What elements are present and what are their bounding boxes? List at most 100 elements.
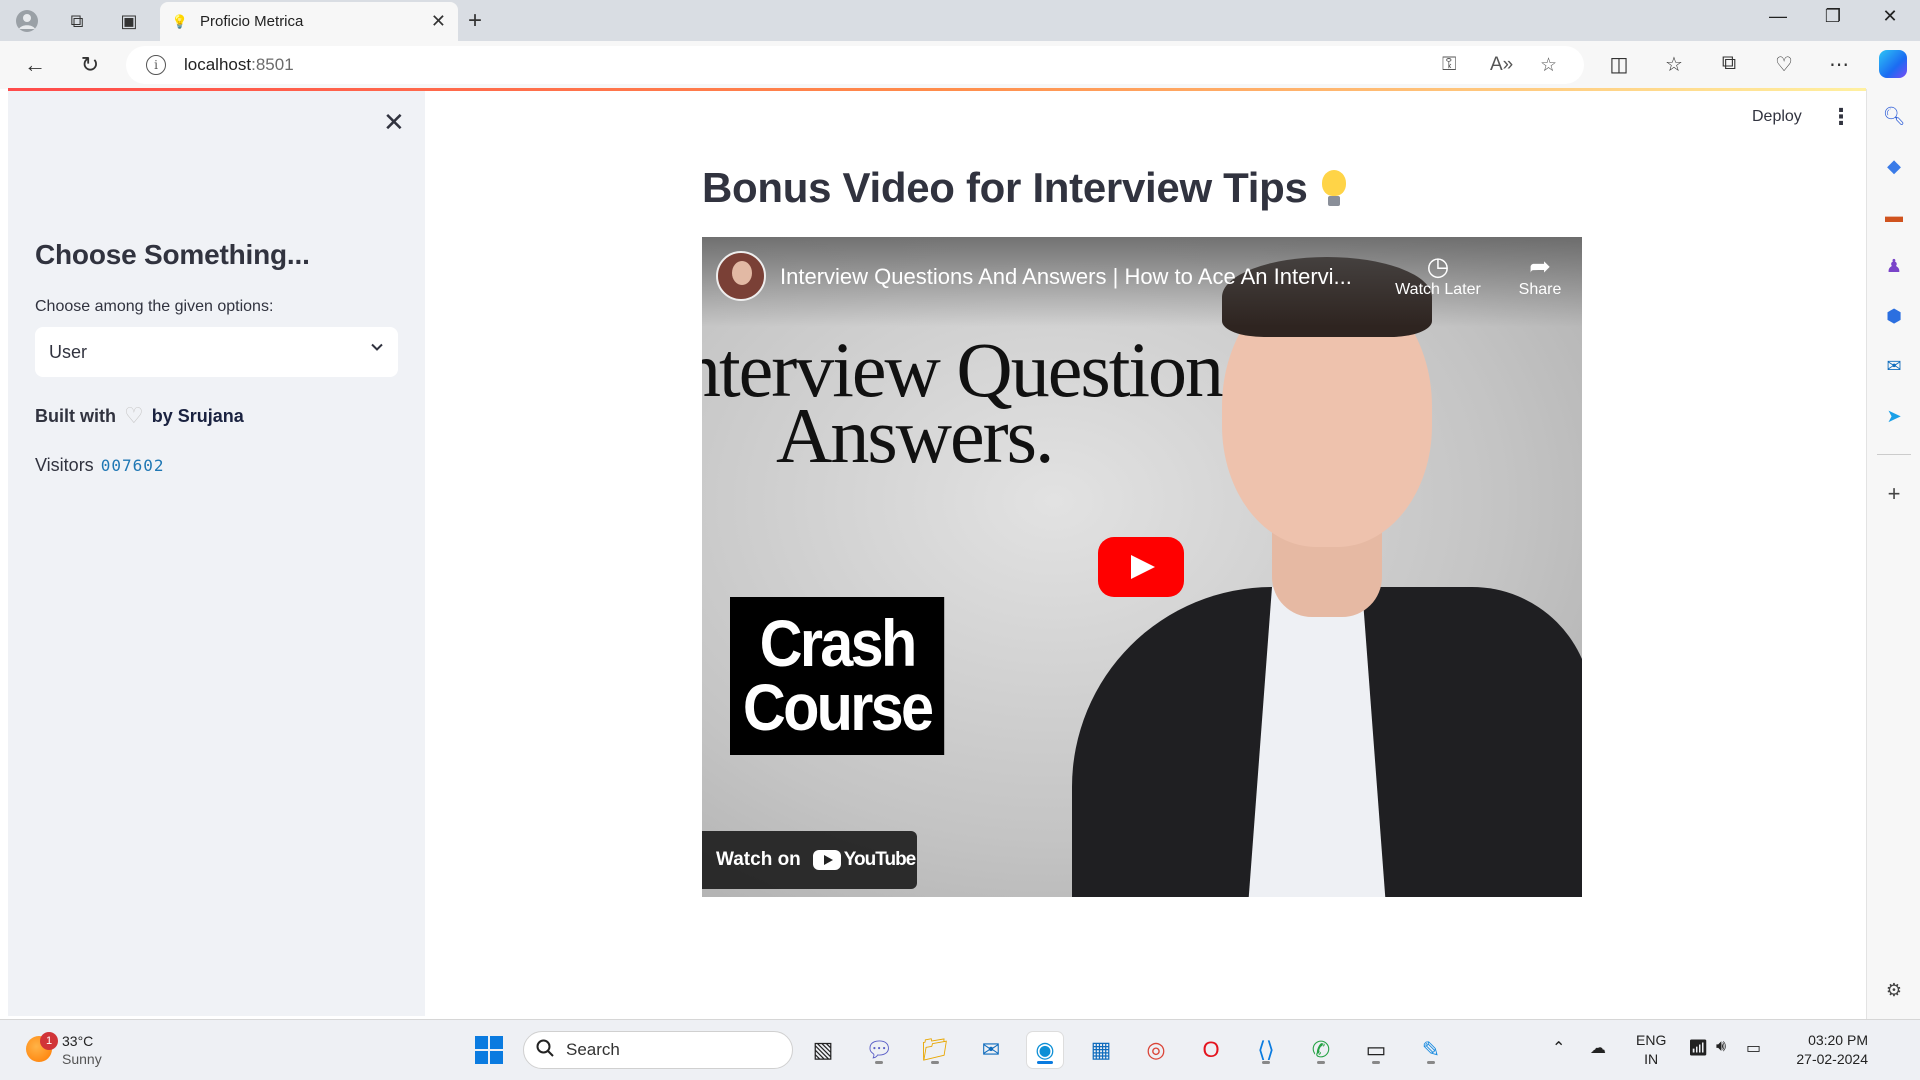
- favicon-bulb-icon: 💡: [171, 13, 189, 29]
- shopping-icon[interactable]: ◆: [1881, 153, 1907, 179]
- watch-later-button[interactable]: ◷ Watch Later: [1388, 251, 1488, 299]
- terminal-icon[interactable]: ▭: [1358, 1032, 1394, 1068]
- tab-actions-icon[interactable]: ▣: [116, 8, 142, 34]
- microsoft365-icon[interactable]: ⬢: [1881, 303, 1907, 329]
- store-icon[interactable]: ▦: [1083, 1032, 1119, 1068]
- vscode-icon[interactable]: ⟨⟩: [1248, 1032, 1284, 1068]
- visitors-counter: Visitors 007602: [35, 455, 165, 476]
- teams-chat-icon[interactable]: 💬︎: [861, 1032, 897, 1068]
- chrome-icon[interactable]: ◎: [1138, 1032, 1174, 1068]
- restore-icon[interactable]: ❐: [1813, 6, 1853, 27]
- heart-icon: ♡: [123, 403, 144, 428]
- volume-icon[interactable]: 🔊︎: [1716, 1038, 1726, 1056]
- system-clock[interactable]: 03:20 PM 27-02-2024: [1782, 1031, 1868, 1069]
- youtube-embed[interactable]: nterview Question Answers. Crash Course …: [702, 237, 1582, 897]
- clock-time: 03:20 PM: [1808, 1032, 1868, 1048]
- browser-toolbar: ← ↻ i localhost:8501 ⚿ A» ☆ ◫ ☆ ⧉ ♡ ⋯: [0, 41, 1920, 89]
- browser-tab-bar: ⧉ ▣ 💡 Proficio Metrica ✕ + — ❐ ✕: [0, 0, 1920, 41]
- url-text: localhost:8501: [184, 55, 294, 74]
- show-hidden-icons-icon[interactable]: ⌃: [1552, 1038, 1565, 1058]
- search-icon[interactable]: 🔍︎: [1881, 103, 1907, 129]
- page-title-text: Bonus Video for Interview Tips: [702, 164, 1308, 211]
- weather-desc: Sunny: [62, 1051, 102, 1067]
- visitors-count: 007602: [100, 456, 165, 475]
- main-menu-icon[interactable]: ⋮: [1830, 104, 1852, 130]
- weather-widget[interactable]: 1 33°C Sunny: [26, 1032, 102, 1068]
- browser-tab[interactable]: 💡 Proficio Metrica ✕: [160, 2, 458, 41]
- play-button[interactable]: [1098, 537, 1184, 597]
- site-info-icon[interactable]: i: [146, 55, 166, 75]
- onedrive-cloud-icon[interactable]: ☁: [1590, 1038, 1606, 1058]
- crash-course-logo: Crash Course: [730, 597, 945, 755]
- clock-date: 27-02-2024: [1796, 1051, 1868, 1067]
- address-bar[interactable]: i localhost:8501 ⚿ A» ☆: [126, 46, 1584, 84]
- built-with-credit: Built with ♡ by Srujana: [35, 403, 244, 429]
- author-text: by Srujana: [151, 405, 244, 426]
- video-title[interactable]: Interview Questions And Answers | How to…: [780, 264, 1352, 290]
- channel-avatar[interactable]: [716, 251, 766, 301]
- workspaces-icon[interactable]: ⧉: [64, 8, 90, 34]
- taskbar-search[interactable]: Search: [523, 1031, 793, 1069]
- more-options-icon[interactable]: ⋯: [1824, 52, 1854, 77]
- wifi-icon[interactable]: 📶︎: [1688, 1038, 1708, 1058]
- copilot-icon[interactable]: [1879, 50, 1907, 78]
- collections-icon[interactable]: ⧉: [1714, 52, 1744, 75]
- notification-badge: 1: [40, 1032, 58, 1050]
- visitors-label: Visitors: [35, 455, 94, 475]
- youtube-logo-icon: YouTube: [812, 849, 916, 871]
- search-placeholder: Search: [566, 1040, 620, 1059]
- sidebar-close-icon[interactable]: ✕: [383, 107, 405, 138]
- sunny-weather-icon: 1: [26, 1032, 58, 1062]
- deploy-button[interactable]: Deploy: [1752, 108, 1802, 126]
- share-icon: ➦: [1529, 251, 1551, 281]
- sidebar-divider: [1877, 454, 1911, 455]
- back-icon[interactable]: ←: [18, 50, 52, 80]
- share-label: Share: [1518, 281, 1562, 298]
- browser-essentials-icon[interactable]: ♡: [1769, 52, 1799, 77]
- opera-icon[interactable]: O: [1193, 1032, 1229, 1068]
- key-icon[interactable]: ⚿: [1442, 54, 1456, 76]
- refresh-icon[interactable]: ↻: [73, 50, 107, 80]
- split-screen-icon[interactable]: ◫: [1604, 52, 1634, 77]
- watch-later-label: Watch Later: [1395, 281, 1481, 298]
- select-label: Choose among the given options:: [35, 298, 274, 315]
- outlook-icon[interactable]: ✉: [1881, 353, 1907, 379]
- tools-icon[interactable]: ▬: [1881, 203, 1907, 229]
- start-button[interactable]: [471, 1032, 507, 1068]
- windows-logo-icon: [475, 1036, 503, 1064]
- minimize-icon[interactable]: —: [1758, 6, 1798, 27]
- watch-on-label: Watch on: [716, 849, 801, 870]
- options-select[interactable]: User: [35, 327, 398, 377]
- new-tab-icon[interactable]: +: [468, 7, 482, 35]
- share-button[interactable]: ➦ Share: [1490, 251, 1582, 299]
- paint-icon[interactable]: ✎: [1413, 1032, 1449, 1068]
- file-explorer-icon[interactable]: 📁︎: [917, 1032, 953, 1068]
- edge-browser-icon[interactable]: ◉: [1027, 1032, 1063, 1068]
- favorite-star-icon[interactable]: ☆: [1540, 54, 1557, 77]
- read-aloud-icon[interactable]: A»: [1490, 54, 1513, 76]
- language-indicator[interactable]: ENG IN: [1636, 1031, 1666, 1069]
- whatsapp-icon[interactable]: ✆: [1303, 1032, 1339, 1068]
- battery-icon[interactable]: ▭: [1746, 1038, 1761, 1058]
- add-icon[interactable]: +: [1881, 481, 1907, 507]
- edge-sidebar: 🔍︎ ◆ ▬ ♟ ⬢ ✉ ➤ + ⚙: [1866, 89, 1920, 1019]
- profile-icon[interactable]: [14, 8, 40, 34]
- window-close-icon[interactable]: ✕: [1870, 6, 1910, 27]
- windows-taskbar: 1 33°C Sunny Search ▧ 💬︎ 📁︎ ✉ ◉ ▦ ◎ O ⟨⟩…: [0, 1019, 1920, 1080]
- watch-on-youtube-button[interactable]: Watch on YouTube: [702, 831, 917, 889]
- favorites-icon[interactable]: ☆: [1659, 52, 1689, 77]
- app-sidebar: ✕ Choose Something... Choose among the g…: [8, 91, 425, 1016]
- clock-icon: ◷: [1426, 251, 1450, 281]
- select-value: User: [49, 341, 88, 362]
- tab-close-icon[interactable]: ✕: [431, 11, 446, 32]
- lang-line1: ENG: [1636, 1032, 1667, 1048]
- crash-text: Crash: [759, 606, 918, 680]
- page-title: Bonus Video for Interview Tips: [702, 164, 1346, 212]
- mail-icon[interactable]: ✉: [973, 1032, 1009, 1068]
- games-icon[interactable]: ♟: [1881, 253, 1907, 279]
- weather-temp: 33°C: [62, 1033, 94, 1049]
- settings-gear-icon[interactable]: ⚙: [1881, 977, 1907, 1003]
- lang-line2: IN: [1644, 1051, 1659, 1067]
- task-view-icon[interactable]: ▧: [805, 1032, 841, 1068]
- drop-icon[interactable]: ➤: [1881, 403, 1907, 429]
